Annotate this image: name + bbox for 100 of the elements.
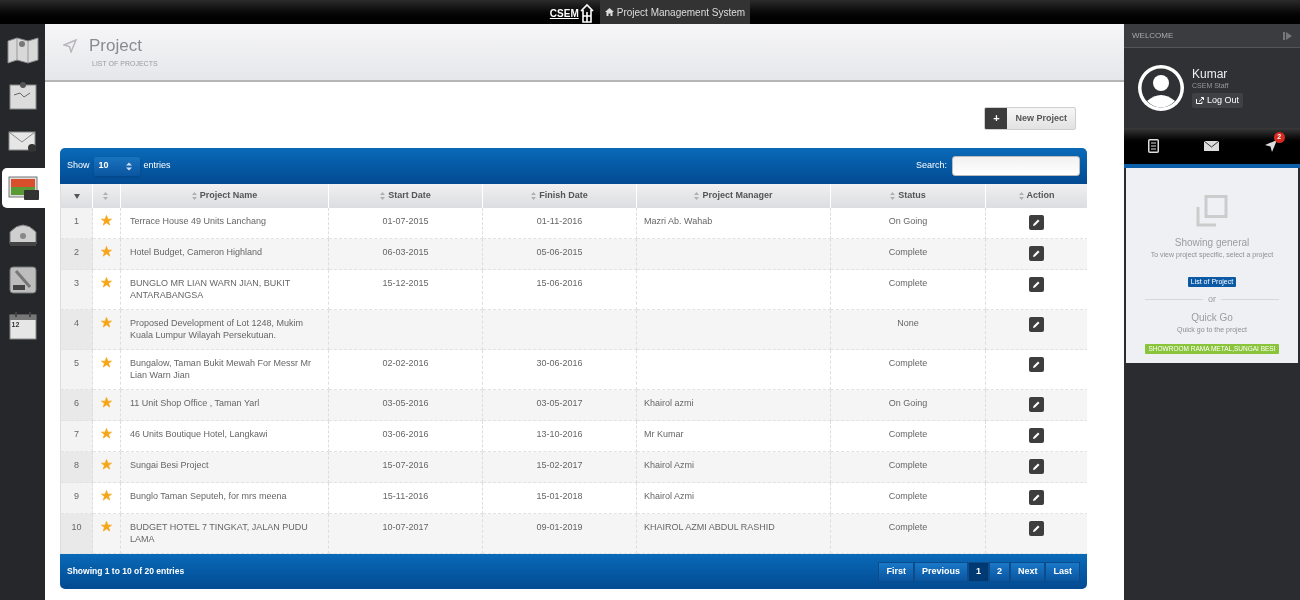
row-number: 4 <box>61 310 93 350</box>
star-icon[interactable] <box>101 246 112 257</box>
row-number: 5 <box>61 350 93 390</box>
star-icon[interactable] <box>101 317 112 328</box>
copy-icon <box>1196 195 1228 227</box>
pencil-icon <box>1033 250 1040 257</box>
note-pad-icon <box>7 81 38 111</box>
table-cell: 01-07-2015 <box>329 208 483 239</box>
edit-button[interactable] <box>1029 215 1044 230</box>
project-link[interactable]: Bungalow, Taman Bukit Mewah For Messr Mr Lian Warn Jian <box>121 350 329 390</box>
table-cell: 15-02-2017 <box>483 452 637 483</box>
project-link[interactable]: BUDGET HOTEL 7 TINGKAT, JALAN PUDU LAMA <box>121 514 329 554</box>
edit-button[interactable] <box>1029 357 1044 372</box>
plus-icon: + <box>985 108 1008 129</box>
table-cell: 01-11-2016 <box>483 208 637 239</box>
star-icon[interactable] <box>101 459 112 470</box>
collapse-icon[interactable] <box>1283 31 1292 40</box>
edit-button[interactable] <box>1029 428 1044 443</box>
table-cell: On Going <box>831 208 986 239</box>
edit-button[interactable] <box>1029 397 1044 412</box>
project-link[interactable]: Sungai Besi Project <box>121 452 329 483</box>
column-header[interactable]: Action <box>986 184 1087 208</box>
sort-icon <box>191 192 197 200</box>
panel-heading: WELCOME <box>1132 29 1174 42</box>
new-project-button[interactable]: + New Project <box>984 107 1076 130</box>
table-cell: On Going <box>831 390 986 421</box>
page-button[interactable]: First <box>878 561 914 582</box>
column-header[interactable]: Project Manager <box>637 184 831 208</box>
table-cell: Mr Kumar <box>637 421 831 452</box>
page-button[interactable]: 1 <box>967 561 989 582</box>
edit-button[interactable] <box>1029 490 1044 505</box>
tools-icon <box>7 265 38 295</box>
edit-button[interactable] <box>1029 459 1044 474</box>
star-icon[interactable] <box>101 277 112 288</box>
page-button[interactable]: Last <box>1045 561 1080 582</box>
star-icon[interactable] <box>101 215 112 226</box>
table-cell: 03-05-2016 <box>329 390 483 421</box>
row-number: 10 <box>61 514 93 554</box>
project-link[interactable]: Proposed Development of Lot 1248, Mukim Kuala Lumpur Wilayah Persekutuan. <box>121 310 329 350</box>
project-link[interactable]: 11 Unit Shop Office , Taman Yarl <box>121 390 329 421</box>
page-button[interactable]: Previous <box>913 561 968 582</box>
star-icon[interactable] <box>101 521 112 532</box>
show-label: Show <box>67 159 90 173</box>
search-field[interactable] <box>952 156 1080 176</box>
entries-info: Showing 1 to 10 of 20 entries <box>67 565 185 578</box>
table-cell: 09-01-2019 <box>483 514 637 554</box>
project-link[interactable]: Terrace House 49 Units Lanchang <box>121 208 329 239</box>
project-link[interactable]: 46 Units Boutique Hotel, Langkawi <box>121 421 329 452</box>
page-button[interactable]: Next <box>1009 561 1046 582</box>
edit-button[interactable] <box>1029 277 1044 292</box>
table-cell: Complete <box>831 421 986 452</box>
table-cell: Khairol Azmi <box>637 452 831 483</box>
column-header[interactable]: Finish Date <box>483 184 637 208</box>
row-number: 7 <box>61 421 93 452</box>
project-link[interactable]: Hotel Budget, Cameron Highland <box>121 239 329 270</box>
logout-button[interactable]: Log Out <box>1192 93 1244 109</box>
page-length-select[interactable]: 10 <box>93 156 140 176</box>
app-title-tab[interactable]: Project Management System <box>599 0 751 24</box>
edit-button[interactable] <box>1029 246 1044 261</box>
column-header[interactable]: Start Date <box>329 184 483 208</box>
pencil-icon <box>1033 219 1040 226</box>
table-cell: 13-10-2016 <box>483 421 637 452</box>
table-cell: KHAIROL AZMI ABDUL RASHID <box>637 514 831 554</box>
edit-button[interactable] <box>1029 521 1044 536</box>
pencil-icon <box>1033 463 1040 470</box>
row-number: 8 <box>61 452 93 483</box>
or-separator: or <box>1208 292 1216 306</box>
table-cell: Complete <box>831 350 986 390</box>
star-icon[interactable] <box>101 397 112 408</box>
quick-go-title: Quick Go <box>1191 311 1233 325</box>
table-cell: 15-11-2016 <box>329 483 483 514</box>
search-label: Search: <box>915 159 947 173</box>
star-icon[interactable] <box>101 428 112 439</box>
pencil-icon <box>1033 432 1040 439</box>
project-link[interactable]: Bunglo Taman Seputeh, for mrs meena <box>121 483 329 514</box>
column-header[interactable]: Project Name <box>121 184 329 208</box>
column-header[interactable]: Status <box>831 184 986 208</box>
sort-icon <box>694 192 700 200</box>
edit-button[interactable] <box>1029 317 1044 332</box>
table-cell: 30-06-2016 <box>483 350 637 390</box>
sort-descending-icon[interactable] <box>73 193 80 199</box>
pencil-icon <box>1033 525 1040 532</box>
table-cell: Complete <box>831 483 986 514</box>
sidebar-item[interactable] <box>2 168 45 208</box>
table-cell: 10-07-2017 <box>329 514 483 554</box>
envelope-icon <box>1204 141 1220 151</box>
document-icon <box>1147 139 1159 153</box>
map-icon <box>6 36 39 64</box>
sort-icon <box>890 192 896 200</box>
page-button[interactable]: 2 <box>988 561 1010 582</box>
project-link[interactable]: BUNGLO MR LIAN WARN JIAN, BUKIT ANTARABANGSA <box>121 270 329 310</box>
row-number: 3 <box>61 270 93 310</box>
star-icon[interactable] <box>101 357 112 368</box>
row-number: 2 <box>61 239 93 270</box>
table-cell: 03-06-2016 <box>329 421 483 452</box>
table-cell: Complete <box>831 452 986 483</box>
navigation-arrow-icon <box>63 39 77 53</box>
table-cell: 15-06-2016 <box>483 270 637 310</box>
star-icon[interactable] <box>101 490 112 501</box>
row-number: 6 <box>61 390 93 421</box>
